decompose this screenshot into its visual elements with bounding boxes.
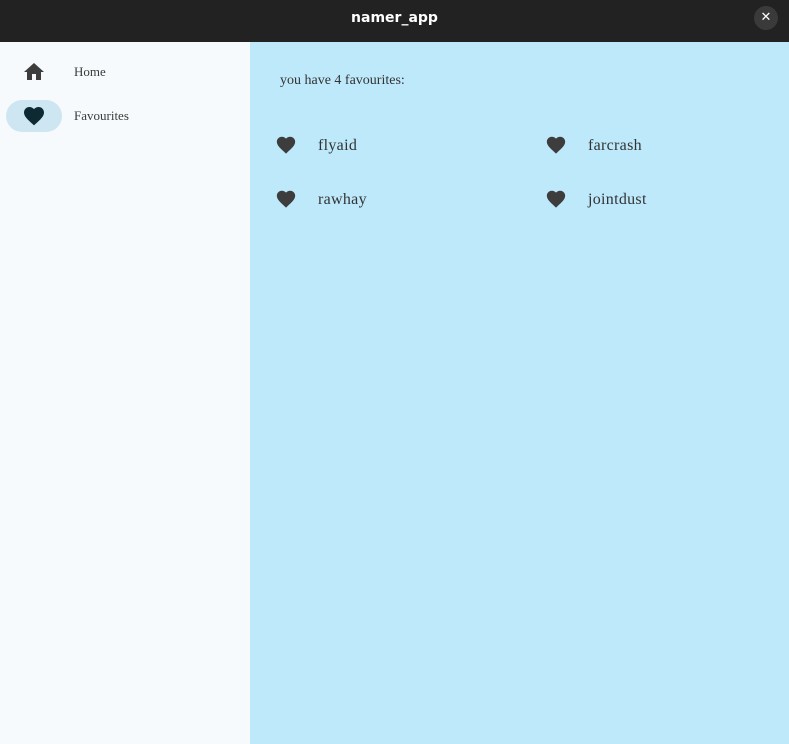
favourite-item: rawhay xyxy=(250,182,510,218)
close-button[interactable]: ✕ xyxy=(754,6,778,30)
home-icon xyxy=(22,60,46,84)
heart-icon xyxy=(22,104,46,128)
navigation-rail: Home Favourites xyxy=(0,42,250,744)
heart-icon xyxy=(545,188,567,210)
window-titlebar: namer_app ✕ xyxy=(0,0,789,42)
favourite-item: flyaid xyxy=(250,128,510,164)
nav-label-home: Home xyxy=(74,64,106,79)
favourite-word: farcrash xyxy=(588,137,642,154)
favourites-page: you have 4 favourites: flyaid farcrash r… xyxy=(250,42,789,744)
heart-icon xyxy=(275,188,297,210)
heart-icon xyxy=(545,134,567,156)
heart-icon xyxy=(275,134,297,156)
favourite-word: jointdust xyxy=(588,191,647,208)
favourite-word: flyaid xyxy=(318,137,358,154)
nav-item-favourites[interactable]: Favourites xyxy=(0,98,250,134)
favourite-item: farcrash xyxy=(520,128,780,164)
favourites-count-text: you have 4 favourites: xyxy=(280,73,405,88)
favourite-word: rawhay xyxy=(318,191,367,208)
window-title: namer_app xyxy=(351,10,438,26)
favourite-item: jointdust xyxy=(520,182,780,218)
nav-label-favourites: Favourites xyxy=(74,108,129,123)
nav-item-home[interactable]: Home xyxy=(0,54,250,90)
